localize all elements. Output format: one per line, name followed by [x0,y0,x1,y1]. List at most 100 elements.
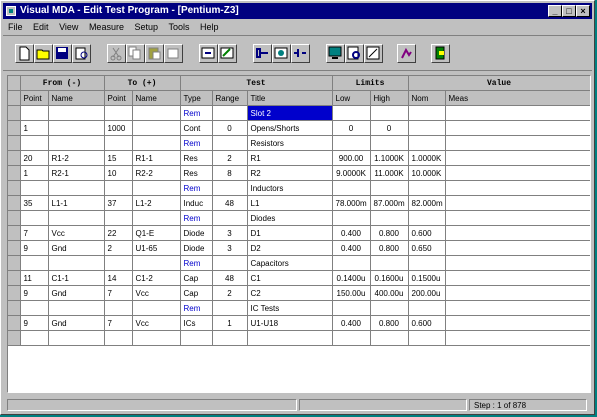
edit-step-button[interactable] [218,44,237,63]
table-row[interactable]: 9 Gnd 7 Vcc ICs 1 U1-U18 0.400 0.800 0.600 [8,315,590,331]
high-cell[interactable] [370,105,409,121]
type-cell[interactable]: Rem [180,255,213,271]
row-header[interactable] [8,225,21,241]
row-header[interactable] [8,120,21,136]
low-cell[interactable]: 0.400 [332,225,371,241]
save-button[interactable] [53,44,72,63]
column-header[interactable]: High [370,90,409,106]
type-cell[interactable]: ICs [180,315,213,331]
low-cell[interactable] [332,135,371,151]
meas-cell[interactable] [445,225,590,241]
type-cell[interactable]: Rem [180,300,213,316]
row-header[interactable] [8,270,21,286]
range-cell[interactable] [212,255,248,271]
title-cell[interactable]: Slot 2 [247,105,333,121]
low-cell[interactable]: 78.000m [332,195,371,211]
row-header[interactable] [8,135,21,151]
from-name-cell[interactable]: C1-1 [48,270,105,286]
low-cell[interactable] [332,300,371,316]
from-name-cell[interactable] [48,330,105,346]
to-point-cell[interactable] [104,300,133,316]
low-cell[interactable]: 9.0000K [332,165,371,181]
from-name-cell[interactable] [48,135,105,151]
high-cell[interactable]: 0.800 [370,315,409,331]
type-cell[interactable]: Diode [180,240,213,256]
menu-measure[interactable]: Measure [89,22,124,32]
copy-button[interactable] [126,44,145,63]
type-cell[interactable]: Rem [180,210,213,226]
to-name-cell[interactable]: Vcc [132,315,181,331]
to-point-cell[interactable] [104,105,133,121]
from-point-cell[interactable] [20,135,49,151]
type-cell[interactable]: Res [180,165,213,181]
column-header[interactable]: Point [104,90,133,106]
row-header[interactable] [8,210,21,226]
range-cell[interactable] [212,210,248,226]
low-cell[interactable] [332,255,371,271]
title-cell[interactable]: Inductors [247,180,333,196]
to-point-cell[interactable] [104,255,133,271]
low-cell[interactable] [332,180,371,196]
title-cell[interactable]: IC Tests [247,300,333,316]
to-name-cell[interactable] [132,135,181,151]
to-name-cell[interactable]: L1-2 [132,195,181,211]
to-name-cell[interactable]: R1-1 [132,150,181,166]
from-name-cell[interactable]: Vcc [48,225,105,241]
to-name-cell[interactable]: Q1-E [132,225,181,241]
nom-cell[interactable]: 0.1500u [408,270,446,286]
from-point-cell[interactable] [20,330,49,346]
meas-cell[interactable] [445,195,590,211]
column-header[interactable]: Low [332,90,371,106]
column-header[interactable]: Nom [408,90,446,106]
from-point-cell[interactable] [20,255,49,271]
row-header[interactable] [8,285,21,301]
column-header[interactable]: Name [132,90,181,106]
type-cell[interactable]: Cont [180,120,213,136]
meas-cell[interactable] [445,165,590,181]
from-point-cell[interactable]: 11 [20,270,49,286]
low-cell[interactable]: 150.00u [332,285,371,301]
range-cell[interactable] [212,180,248,196]
from-point-cell[interactable] [20,300,49,316]
from-point-cell[interactable]: 9 [20,315,49,331]
range-cell[interactable]: 3 [212,240,248,256]
range-cell[interactable] [212,330,248,346]
high-cell[interactable] [370,255,409,271]
nom-cell[interactable]: 0.600 [408,315,446,331]
row-header[interactable] [8,315,21,331]
table-row[interactable]: Rem IC Tests [8,300,590,316]
nom-cell[interactable]: 200.00u [408,285,446,301]
from-point-cell[interactable]: 9 [20,285,49,301]
row-header[interactable] [8,240,21,256]
range-cell[interactable] [212,300,248,316]
table-row[interactable]: Rem Inductors [8,180,590,196]
from-name-cell[interactable] [48,210,105,226]
to-point-cell[interactable]: 7 [104,315,133,331]
low-cell[interactable]: 900.00 [332,150,371,166]
to-name-cell[interactable] [132,300,181,316]
to-name-cell[interactable] [132,330,181,346]
test-program-grid[interactable]: From (-) To (+) Test Limits Value Point … [7,75,591,393]
nom-cell[interactable]: 1.0000K [408,150,446,166]
meas-cell[interactable] [445,105,590,121]
low-cell[interactable] [332,210,371,226]
type-cell[interactable] [180,330,213,346]
table-row[interactable]: Rem Slot 2 [8,105,590,121]
title-cell[interactable]: R1 [247,150,333,166]
title-cell[interactable]: C2 [247,285,333,301]
table-row[interactable]: 1 R2-1 10 R2-2 Res 8 R2 9.0000K 11.000K 10.000K [8,165,590,181]
column-header[interactable]: Range [212,90,248,106]
from-point-cell[interactable] [20,105,49,121]
test-button[interactable] [397,44,416,63]
title-cell[interactable]: R2 [247,165,333,181]
high-cell[interactable]: 0 [370,120,409,136]
to-name-cell[interactable]: Vcc [132,285,181,301]
from-name-cell[interactable]: Gnd [48,285,105,301]
meas-cell[interactable] [445,210,590,226]
nom-cell[interactable]: 0.600 [408,225,446,241]
to-point-cell[interactable] [104,135,133,151]
row-header[interactable] [8,150,21,166]
title-cell[interactable]: Resistors [247,135,333,151]
row-header[interactable] [8,195,21,211]
low-cell[interactable]: 0.1400u [332,270,371,286]
